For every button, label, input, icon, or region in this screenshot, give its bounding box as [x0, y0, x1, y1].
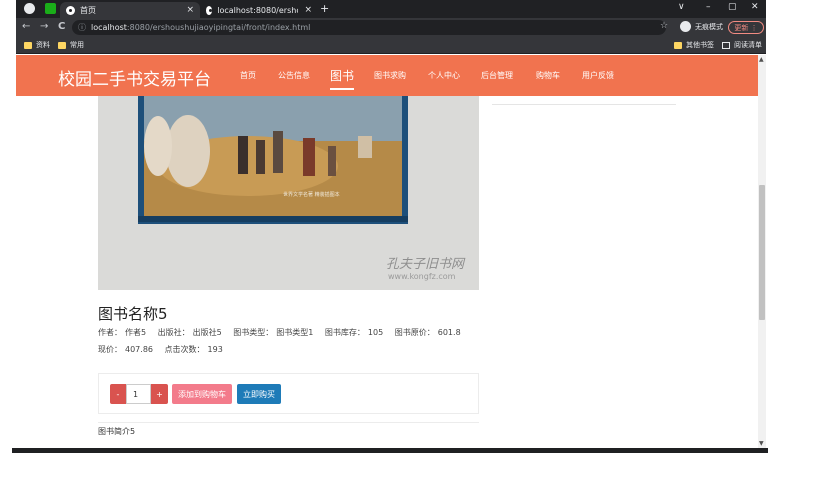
url-input[interactable]: ⓘ localhost :8080/ershoushujiaoyipingtai… — [72, 20, 666, 35]
meta-label: 点击次数： — [164, 345, 205, 354]
reading-list[interactable]: 阅读清单 — [722, 40, 762, 50]
meta-stock: 105 — [367, 328, 384, 337]
book-meta-line-1: 作者： 作者5 出版社： 出版社5 图书类型： 图书类型1 图书库存： 105 图书原价… — [98, 327, 470, 338]
scroll-up-icon[interactable]: ▲ — [759, 56, 764, 63]
folder-icon — [674, 41, 682, 49]
bookmark-star-icon[interactable]: ☆ — [660, 21, 668, 31]
purchase-panel: - + 添加到购物车 立即购买 — [98, 373, 479, 414]
forward-button[interactable]: → — [40, 21, 48, 32]
scroll-down-icon[interactable]: ▼ — [759, 440, 764, 447]
nav-cart[interactable]: 购物车 — [536, 70, 560, 81]
close-window-button[interactable]: ✕ — [751, 2, 759, 12]
meta-label: 图书类型： — [233, 328, 274, 337]
nav-notices[interactable]: 公告信息 — [278, 70, 310, 81]
folder-icon — [24, 41, 32, 49]
tab-home[interactable]: 首页 × — [60, 2, 200, 18]
taskbar-strip — [12, 448, 768, 453]
scrollbar-thumb[interactable] — [759, 185, 765, 320]
bookmark-folder-ziliao[interactable]: 资料 — [24, 40, 50, 50]
book-photo: 世界文学名著 精装插图本 孔夫子旧书网 www.kongfz.com — [98, 96, 479, 290]
incognito-indicator[interactable]: 无痕模式 — [680, 21, 723, 32]
watermark-url: www.kongfz.com — [388, 272, 456, 281]
other-bookmarks-label: 其他书签 — [686, 41, 714, 49]
wechat-tab-icon[interactable] — [45, 3, 56, 14]
nav-admin[interactable]: 后台管理 — [481, 70, 513, 81]
meta-publisher: 出版社5 — [192, 328, 222, 337]
meta-click-count: 193 — [207, 345, 223, 354]
globe-icon — [206, 5, 213, 15]
bookmarks-bar: 资料 常用 其他书签 阅读清单 — [16, 37, 766, 54]
cover-small-text: 世界文学名著 精装插图本 — [283, 191, 340, 198]
url-host: localhost — [91, 23, 127, 32]
app-icon[interactable] — [24, 3, 35, 14]
bookmark-label: 资料 — [36, 41, 50, 49]
nav-personal-center[interactable]: 个人中心 — [428, 70, 460, 81]
meta-book-type: 图书类型1 — [276, 328, 314, 337]
nav-books[interactable]: 图书 — [330, 67, 355, 90]
page-scrollbar[interactable]: ▲ ▼ — [758, 55, 766, 448]
book-intro: 图书简介5 — [98, 427, 136, 436]
tab-strip: 首页 × localhost:8080/ershoushujiao × + ∨ … — [16, 0, 766, 18]
intro-divider — [98, 422, 479, 423]
incognito-label: 无痕模式 — [695, 22, 723, 31]
meta-label: 图书库存： — [324, 328, 365, 337]
bookmark-label: 常用 — [70, 41, 84, 49]
other-bookmarks[interactable]: 其他书签 — [674, 40, 714, 50]
book-cover-image: 世界文学名著 精装插图本 孔夫子旧书网 www.kongfz.com — [98, 96, 479, 290]
info-icon[interactable]: ⓘ — [78, 22, 86, 33]
buy-now-button[interactable]: 立即购买 — [237, 384, 281, 404]
site-header: 校园二手书交易平台 首页 公告信息 图书 图书求购 个人中心 后台管理 购物车 … — [16, 55, 758, 96]
add-to-cart-button[interactable]: 添加到购物车 — [172, 384, 232, 404]
meta-label: 作者： — [98, 328, 122, 337]
reload-button[interactable]: C — [58, 21, 65, 32]
quantity-input[interactable] — [126, 384, 151, 404]
nav-feedback[interactable]: 用户反馈 — [582, 70, 614, 81]
sidebar-divider — [492, 104, 676, 105]
incognito-icon — [680, 21, 691, 32]
increase-quantity-button[interactable]: + — [151, 384, 168, 404]
watermark-cn: 孔夫子旧书网 — [386, 257, 466, 272]
book-name: 图书名称5 — [98, 305, 168, 323]
close-icon[interactable]: × — [180, 5, 200, 15]
site-title: 校园二手书交易平台 — [58, 70, 211, 90]
decrease-quantity-button[interactable]: - — [110, 384, 126, 404]
meta-label: 图书原价： — [394, 328, 435, 337]
folder-icon — [58, 41, 66, 49]
book-meta-line-2: 现价： 407.86 点击次数： 193 — [98, 344, 232, 355]
nav-book-wanted[interactable]: 图书求购 — [374, 70, 406, 81]
meta-original-price: 601.8 — [437, 328, 461, 337]
minimize-button[interactable]: – — [706, 2, 711, 12]
tab-title: 首页 — [80, 5, 96, 15]
reading-list-icon — [722, 41, 730, 49]
back-button[interactable]: ← — [22, 21, 30, 32]
update-button[interactable]: 更新 ⋮ — [728, 21, 764, 34]
new-tab-button[interactable]: + — [320, 2, 329, 15]
reading-list-label: 阅读清单 — [734, 41, 762, 49]
page-viewport: 校园二手书交易平台 首页 公告信息 图书 图书求购 个人中心 后台管理 购物车 … — [16, 55, 758, 448]
meta-author: 作者5 — [125, 328, 147, 337]
nav-home[interactable]: 首页 — [240, 70, 256, 81]
tab-search-icon[interactable]: ∨ — [678, 2, 685, 12]
bookmark-folder-changyong[interactable]: 常用 — [58, 40, 84, 50]
browser-window: 首页 × localhost:8080/ershoushujiao × + ∨ … — [16, 0, 766, 452]
restore-button[interactable]: ▢ — [728, 2, 737, 12]
address-bar: ← → C ⓘ localhost :8080/ershoushujiaoyip… — [16, 18, 766, 37]
globe-icon — [66, 5, 75, 15]
url-path: :8080/ershoushujiaoyipingtai/front/index… — [126, 23, 311, 32]
meta-current-price: 407.86 — [125, 345, 153, 354]
meta-label: 出版社： — [157, 328, 190, 337]
meta-label: 现价： — [98, 345, 122, 354]
tab-localhost[interactable]: localhost:8080/ershoushujiao × — [200, 2, 318, 18]
close-icon[interactable]: × — [298, 5, 318, 15]
tab-title: localhost:8080/ershoushujiao — [217, 5, 298, 15]
